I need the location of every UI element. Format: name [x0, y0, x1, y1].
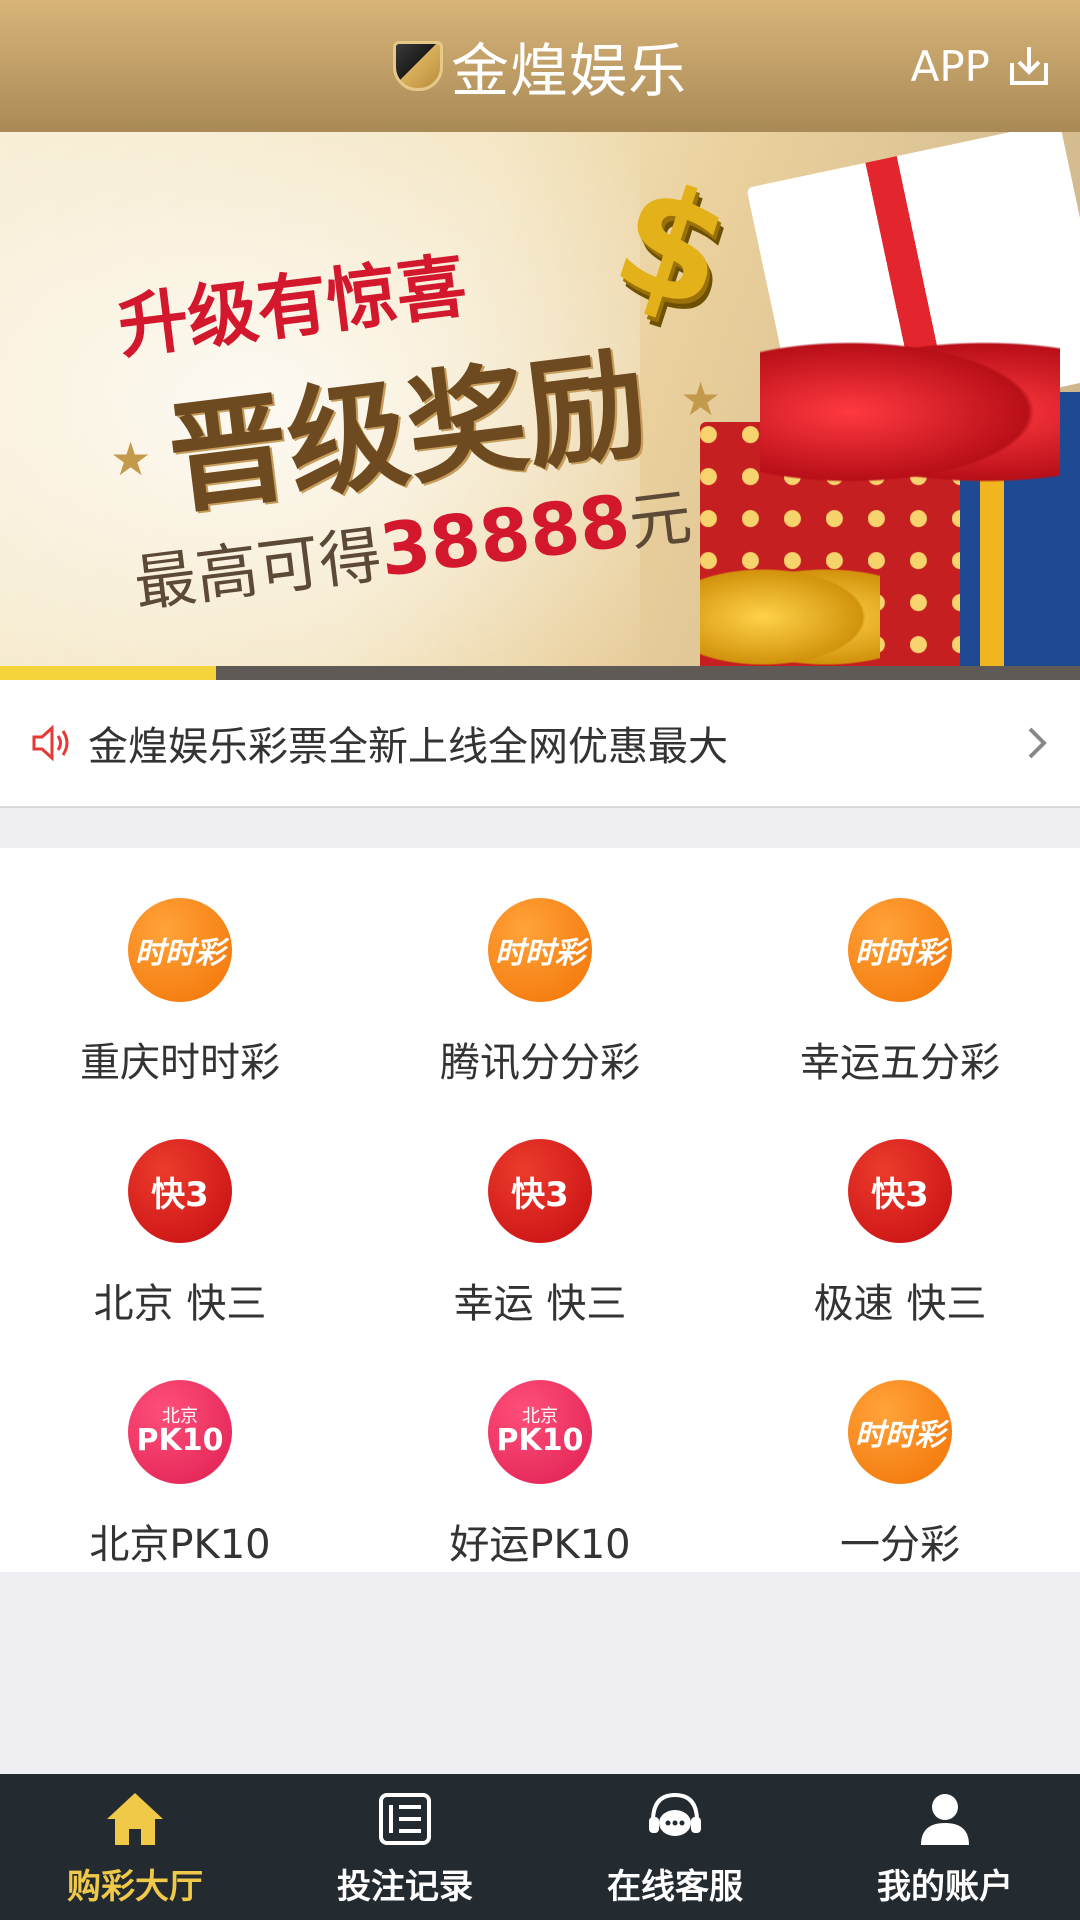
icon-label: PK10 [136, 1423, 224, 1458]
tab-label: 购彩大厅 [67, 1866, 203, 1907]
lottery-name: 幸运五分彩 [800, 1040, 1000, 1086]
carousel-progress [0, 666, 1080, 680]
lottery-item[interactable]: 北京 PK10 好运PK10 [360, 1330, 720, 1571]
app-label: APP [910, 41, 990, 91]
lottery-grid: 时时彩 重庆时时彩 时时彩 腾讯分分彩 时时彩 幸运五分彩 快3 北京 快三 快3 幸运 快三 快3… [0, 848, 1080, 1572]
icon-label: 时时彩 [135, 936, 225, 971]
banner-unit: 元 [625, 479, 696, 560]
lottery-item[interactable]: 快3 极速 快三 [720, 1089, 1080, 1330]
tab-my-account[interactable]: 我的账户 [810, 1774, 1080, 1920]
ribbon-bow-image [760, 332, 1060, 492]
star-icon: ★ [680, 372, 722, 426]
tab-label: 我的账户 [877, 1866, 1013, 1907]
icon-label: 快3 [511, 1174, 569, 1215]
shishicai-icon: 时时彩 [848, 898, 952, 1002]
kuaisan-icon: 快3 [848, 1139, 952, 1243]
kuaisan-icon: 快3 [488, 1139, 592, 1243]
shishicai-icon: 时时彩 [128, 898, 232, 1002]
lottery-item[interactable]: 时时彩 腾讯分分彩 [360, 848, 720, 1089]
tab-label: 在线客服 [607, 1866, 743, 1907]
brand-logo-icon [392, 41, 443, 91]
chevron-right-icon [1028, 727, 1047, 759]
icon-label: 时时彩 [495, 936, 585, 971]
speaker-icon [32, 724, 69, 762]
lottery-name: 北京 快三 [93, 1281, 267, 1327]
icon-label: PK10 [496, 1423, 584, 1458]
announcement-bar[interactable]: 金煌娱乐彩票全新上线全网优惠最大 [0, 680, 1080, 808]
lottery-name: 幸运 快三 [453, 1281, 627, 1327]
lottery-name: 重庆时时彩 [80, 1040, 280, 1086]
download-icon [1010, 47, 1048, 85]
home-icon [107, 1792, 163, 1845]
icon-label: 时时彩 [855, 936, 945, 971]
lottery-item[interactable]: 快3 幸运 快三 [360, 1089, 720, 1330]
pk10-icon: 北京 PK10 [488, 1380, 592, 1484]
lottery-name: 极速 快三 [813, 1281, 987, 1327]
brand-title: 金煌娱乐 [450, 37, 687, 105]
records-icon [379, 1792, 431, 1845]
lottery-item[interactable]: 时时彩 幸运五分彩 [720, 848, 1080, 1089]
shishicai-icon: 时时彩 [848, 1380, 952, 1484]
pk10-icon: 北京 PK10 [128, 1380, 232, 1484]
top-header: 金煌娱乐 APP [0, 0, 1080, 132]
lottery-item[interactable]: 北京 PK10 北京PK10 [0, 1330, 360, 1571]
user-icon [921, 1793, 969, 1845]
icon-label: 时时彩 [855, 1418, 945, 1453]
carousel-progress-fill [0, 666, 216, 680]
customer-service-icon [649, 1792, 701, 1836]
announcement-text: 金煌娱乐彩票全新上线全网优惠最大 [88, 724, 728, 770]
icon-label: 快3 [151, 1174, 209, 1215]
lottery-item[interactable]: 时时彩 一分彩 [720, 1330, 1080, 1571]
app-download-button[interactable]: APP [911, 38, 1052, 94]
tab-label: 投注记录 [337, 1866, 473, 1907]
bottom-tab-bar: 购彩大厅 投注记录 在线客服 我的账户 [0, 1774, 1080, 1920]
kuaisan-icon: 快3 [128, 1139, 232, 1243]
lottery-name: 腾讯分分彩 [440, 1040, 640, 1086]
star-icon: ★ [110, 432, 152, 486]
lottery-name: 北京PK10 [89, 1522, 271, 1568]
lottery-item[interactable]: 时时彩 重庆时时彩 [0, 848, 360, 1089]
icon-label: 快3 [871, 1174, 929, 1215]
tab-bet-records[interactable]: 投注记录 [270, 1774, 540, 1920]
shishicai-icon: 时时彩 [488, 898, 592, 1002]
promo-banner[interactable]: $ ★ ★ 升级有惊喜 晋级奖励 最高可得 38888 元 [0, 132, 1080, 680]
page: 金煌娱乐 APP $ ★ ★ 升级有惊喜 晋级奖励 最高可得 38888 元 金… [0, 0, 1080, 1920]
tab-lottery-hall[interactable]: 购彩大厅 [0, 1774, 270, 1920]
lottery-name: 一分彩 [840, 1522, 960, 1568]
tab-customer-service[interactable]: 在线客服 [540, 1774, 810, 1920]
brand: 金煌娱乐 [392, 24, 687, 108]
ribbon-bow-image [700, 562, 880, 672]
lottery-item[interactable]: 快3 北京 快三 [0, 1089, 360, 1330]
lottery-name: 好运PK10 [449, 1522, 631, 1568]
